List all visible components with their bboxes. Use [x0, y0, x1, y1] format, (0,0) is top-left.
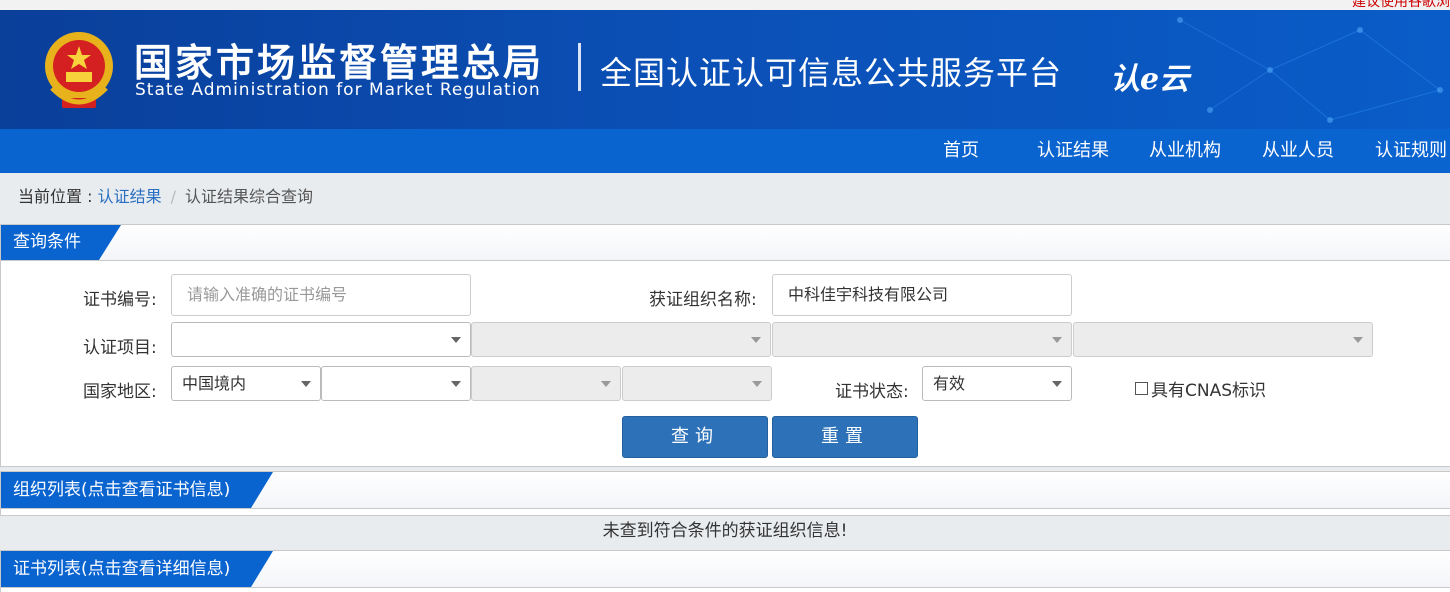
- cert-list-header: 证书列表(点击查看详细信息): [1, 551, 1450, 588]
- project-select-4[interactable]: [1073, 322, 1373, 357]
- project-label: 认证项目:: [83, 338, 157, 358]
- status-label: 证书状态:: [835, 382, 909, 402]
- region-select-1-value: 中国境内: [182, 374, 247, 393]
- nav-item-home[interactable]: 首页: [943, 129, 979, 173]
- org-list-header: 组织列表(点击查看证书信息): [1, 472, 1450, 509]
- org-name-label: 获证组织名称:: [649, 290, 757, 310]
- cert-list-panel: 证书列表(点击查看详细信息): [0, 550, 1450, 592]
- nav-item-institutions[interactable]: 从业机构: [1149, 129, 1221, 173]
- project-select-1[interactable]: [171, 322, 471, 357]
- breadcrumb-current: 认证结果综合查询: [184, 187, 313, 206]
- chevron-down-icon: [451, 337, 461, 343]
- breadcrumb-prefix: 当前位置 :: [18, 187, 98, 206]
- org-name-input[interactable]: 中科佳宇科技有限公司: [772, 274, 1072, 316]
- org-list-title: 组织列表(点击查看证书信息): [1, 472, 273, 508]
- chevron-down-icon: [752, 381, 762, 387]
- status-select[interactable]: 有效: [922, 366, 1072, 401]
- header-divider: [578, 43, 581, 91]
- breadcrumb-link-cert-results[interactable]: 认证结果: [98, 187, 162, 206]
- query-panel-title: 查询条件: [1, 225, 121, 260]
- org-list-empty-message: 未查到符合条件的获证组织信息!: [602, 521, 848, 541]
- org-name-cn: 国家市场监督管理总局: [134, 41, 545, 85]
- platform-title: 全国认证认可信息公共服务平台: [600, 54, 1063, 92]
- main-nav: 首页 认证结果 从业机构 从业人员 认证规则: [0, 129, 1450, 173]
- breadcrumb: 当前位置 : 认证结果 / 认证结果综合查询: [18, 183, 313, 207]
- region-select-2[interactable]: [321, 366, 471, 401]
- query-panel: 查询条件 证书编号: 请输入准确的证书编号 获证组织名称: 中科佳宇科技有限公司…: [0, 224, 1450, 467]
- chevron-down-icon: [751, 337, 761, 343]
- nav-item-cert-results[interactable]: 认证结果: [1037, 129, 1109, 173]
- top-notice-bar: 建议使用谷歌浏: [0, 0, 1450, 10]
- cnas-label: 具有CNAS标识: [1151, 381, 1267, 401]
- breadcrumb-separator: /: [170, 187, 176, 206]
- reset-button[interactable]: 重置: [772, 416, 918, 458]
- status-select-value: 有效: [933, 374, 966, 393]
- query-panel-header: 查询条件: [1, 225, 1450, 261]
- chevron-down-icon: [1052, 381, 1062, 387]
- national-emblem-icon: [45, 32, 113, 108]
- chevron-down-icon: [451, 381, 461, 387]
- org-list-panel: 组织列表(点击查看证书信息): [0, 471, 1450, 516]
- cert-no-label: 证书编号:: [83, 290, 157, 310]
- project-select-2[interactable]: [471, 322, 771, 357]
- platform-logo: 认e云: [1110, 62, 1190, 97]
- chevron-down-icon: [1052, 337, 1062, 343]
- search-button[interactable]: 查询: [622, 416, 768, 458]
- chevron-down-icon: [301, 381, 311, 387]
- nav-item-rules[interactable]: 认证规则: [1375, 129, 1447, 173]
- project-select-3[interactable]: [772, 322, 1072, 357]
- cert-list-title: 证书列表(点击查看详细信息): [1, 551, 273, 587]
- region-label: 国家地区:: [83, 382, 157, 402]
- header-banner: 国家市场监督管理总局 State Administration for Mark…: [0, 10, 1450, 129]
- region-select-4[interactable]: [622, 366, 772, 401]
- network-pattern-decoration: [1177, 17, 1443, 123]
- region-select-1[interactable]: 中国境内: [171, 366, 321, 401]
- org-name-en: State Administration for Market Regulati…: [135, 80, 541, 100]
- chevron-down-icon: [1353, 337, 1363, 343]
- cnas-checkbox-row[interactable]: 具有CNAS标识: [1135, 376, 1266, 401]
- browser-notice: 建议使用谷歌浏: [1352, 0, 1450, 10]
- cert-no-input[interactable]: 请输入准确的证书编号: [171, 274, 471, 316]
- nav-item-personnel[interactable]: 从业人员: [1262, 129, 1334, 173]
- region-select-3[interactable]: [471, 366, 621, 401]
- cnas-checkbox[interactable]: [1135, 382, 1148, 395]
- chevron-down-icon: [601, 381, 611, 387]
